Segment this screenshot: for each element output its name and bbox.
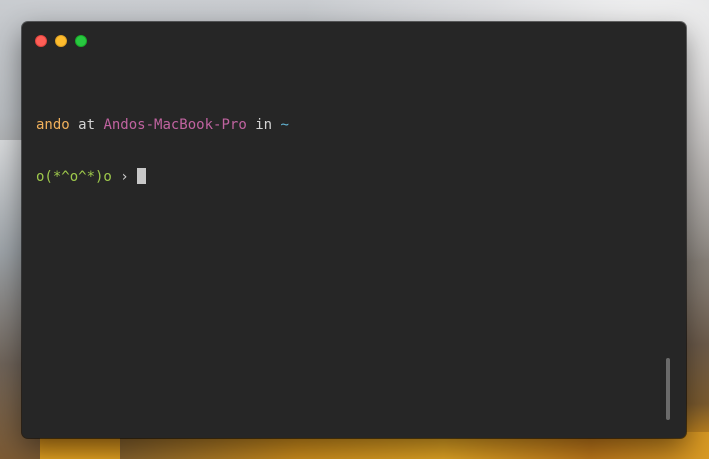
prompt-host: Andos-MacBook-Pro xyxy=(103,117,247,133)
prompt-chevron: › xyxy=(120,169,129,185)
prompt-user: ando xyxy=(36,117,70,133)
close-window-button[interactable] xyxy=(35,35,47,47)
prompt-face: o(*^o^*)o xyxy=(36,169,112,185)
vertical-scrollbar[interactable] xyxy=(666,358,670,420)
prompt-info-line: ando at Andos-MacBook-Pro in ~ xyxy=(36,117,289,134)
window-titlebar[interactable] xyxy=(22,22,686,58)
text-cursor xyxy=(137,168,147,184)
maximize-window-button[interactable] xyxy=(75,35,87,47)
terminal-content[interactable]: ando at Andos-MacBook-Pro in ~ o(*^o^*)o… xyxy=(36,83,289,219)
terminal-window[interactable]: ando at Andos-MacBook-Pro in ~ o(*^o^*)o… xyxy=(22,22,686,438)
prompt-in: in xyxy=(255,117,273,133)
prompt-at: at xyxy=(78,117,96,133)
minimize-window-button[interactable] xyxy=(55,35,67,47)
prompt-input-line[interactable]: o(*^o^*)o › xyxy=(36,168,289,185)
prompt-path: ~ xyxy=(280,117,289,133)
